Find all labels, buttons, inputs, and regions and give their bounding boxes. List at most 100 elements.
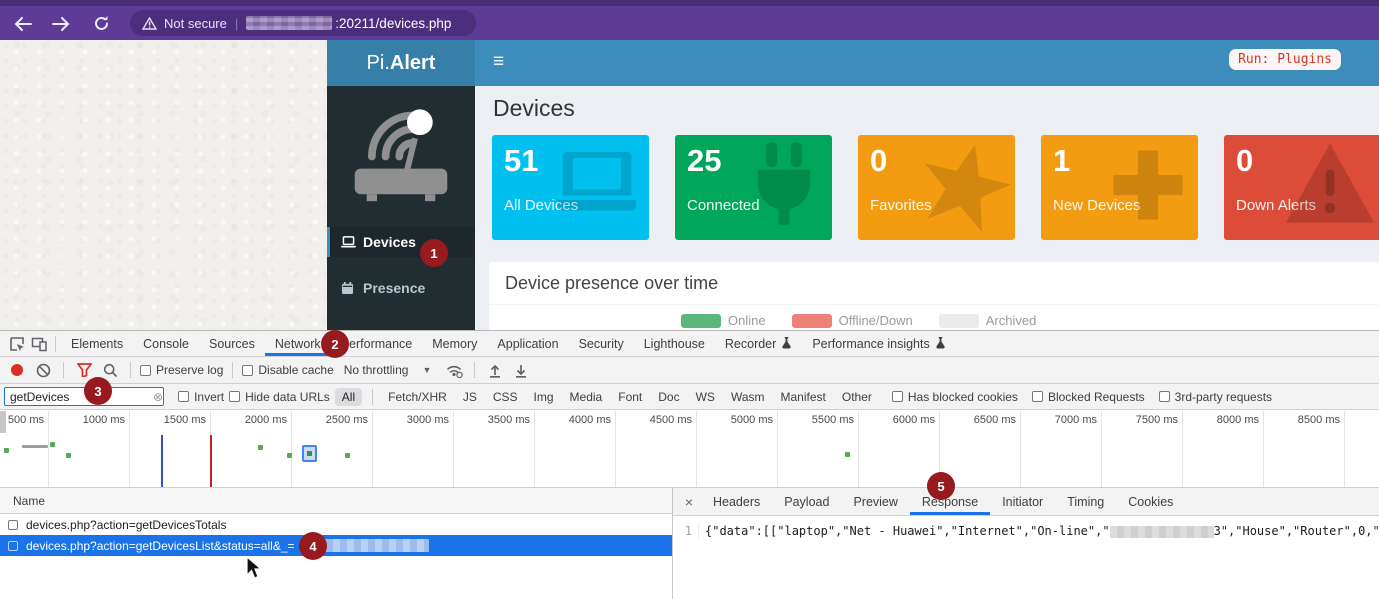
- waterfall-dot: [287, 453, 292, 458]
- tab-lighthouse[interactable]: Lighthouse: [634, 331, 715, 356]
- filter-type-doc[interactable]: Doc: [653, 388, 684, 406]
- annotation-step-4: 4: [299, 532, 327, 560]
- response-json-line: {"data":[["laptop","Net - Huawei","Inter…: [699, 524, 1379, 538]
- card-favorites[interactable]: 0Favorites: [858, 135, 1015, 240]
- card-down-alerts[interactable]: 0Down Alerts: [1224, 135, 1379, 240]
- app-header: Pi.Alert ≡ Run: Plugins Syn (28/: [327, 40, 1379, 86]
- sidebar-item-presence[interactable]: Presence: [327, 273, 475, 303]
- tab-label: Performance insights: [812, 337, 929, 351]
- details-tab-initiator[interactable]: Initiator: [990, 488, 1055, 515]
- sidebar-item-devices[interactable]: Devices: [327, 227, 475, 257]
- details-tab-payload[interactable]: Payload: [772, 488, 841, 515]
- timeline-tick-label: 3500 ms: [460, 414, 530, 426]
- checkbox[interactable]: [242, 365, 253, 376]
- request-row[interactable]: devices.php?action=getDevicesTotals: [0, 514, 672, 535]
- page-title: Devices: [493, 95, 1379, 122]
- filter-type-fetchxhr[interactable]: Fetch/XHR: [383, 388, 452, 406]
- checkbox[interactable]: [8, 541, 18, 551]
- throttling-dropdown[interactable]: No throttling ▼: [344, 363, 432, 377]
- details-tab-timing[interactable]: Timing: [1055, 488, 1116, 515]
- checkbox-blocked-requests[interactable]: Blocked Requests: [1032, 390, 1145, 404]
- tab-application[interactable]: Application: [487, 331, 568, 356]
- request-list-header[interactable]: Name: [0, 488, 672, 514]
- invert-checkbox[interactable]: Invert: [178, 390, 224, 404]
- record-network-log-icon[interactable]: [6, 360, 28, 380]
- address-bar[interactable]: Not secure | :20211/devices.php: [130, 10, 476, 36]
- disable-cache-checkbox[interactable]: Disable cache: [242, 363, 333, 377]
- tab-console[interactable]: Console: [133, 331, 199, 356]
- tab-performance-insights[interactable]: Performance insights: [802, 331, 955, 356]
- tab-recorder[interactable]: Recorder: [715, 331, 802, 356]
- timeline-gridline: [696, 411, 697, 487]
- checkbox[interactable]: [8, 520, 18, 530]
- request-name: devices.php?action=getDevicesTotals: [26, 518, 226, 532]
- forward-icon[interactable]: [46, 13, 76, 34]
- tab-memory[interactable]: Memory: [422, 331, 487, 356]
- presence-chart-box: Device presence over time OnlineOffline/…: [489, 262, 1379, 330]
- export-har-icon[interactable]: [510, 360, 532, 380]
- filter-type-wasm[interactable]: Wasm: [726, 388, 770, 406]
- tab-sources[interactable]: Sources: [199, 331, 265, 356]
- details-tab-preview[interactable]: Preview: [841, 488, 909, 515]
- import-har-icon[interactable]: [484, 360, 506, 380]
- legend-swatch: [792, 314, 832, 328]
- filter-type-js[interactable]: JS: [458, 388, 482, 406]
- run-plugins-button[interactable]: Run: Plugins: [1229, 49, 1341, 70]
- divider: [130, 362, 131, 378]
- request-row[interactable]: devices.php?action=getDevicesList&status…: [0, 535, 672, 556]
- devtools-panel: ElementsConsoleSourcesNetworkPerformance…: [0, 330, 1379, 599]
- card-all-devices[interactable]: 51All Devices: [492, 135, 649, 240]
- network-overview-timeline[interactable]: 500 ms1000 ms1500 ms2000 ms2500 ms3000 m…: [0, 411, 1379, 488]
- checkbox[interactable]: [229, 391, 240, 402]
- filter-type-img[interactable]: Img: [529, 388, 559, 406]
- brand-prefix: Pi.: [367, 52, 390, 75]
- app-sidebar: Devices Presence: [327, 86, 475, 330]
- checkbox-3rd-party-requests[interactable]: 3rd-party requests: [1159, 390, 1272, 404]
- checkbox[interactable]: [1032, 391, 1043, 402]
- filter-type-ws[interactable]: WS: [691, 388, 720, 406]
- device-toolbar-icon[interactable]: [28, 334, 50, 354]
- app-logo[interactable]: Pi.Alert: [327, 40, 475, 86]
- filter-type-font[interactable]: Font: [613, 388, 647, 406]
- card-connected[interactable]: 25Connected: [675, 135, 832, 240]
- checkbox[interactable]: [140, 365, 151, 376]
- back-icon[interactable]: [8, 13, 38, 34]
- waterfall-dot: [4, 448, 9, 453]
- filter-type-other[interactable]: Other: [837, 388, 877, 406]
- tab-elements[interactable]: Elements: [61, 331, 133, 356]
- checkbox[interactable]: [178, 391, 189, 402]
- inspect-element-icon[interactable]: [6, 334, 28, 354]
- checkbox[interactable]: [892, 391, 903, 402]
- filter-type-manifest[interactable]: Manifest: [776, 388, 831, 406]
- tab-security[interactable]: Security: [569, 331, 634, 356]
- reload-icon[interactable]: [86, 13, 116, 34]
- filter-icon[interactable]: [73, 360, 95, 380]
- preserve-log-checkbox[interactable]: Preserve log: [140, 363, 223, 377]
- clear-network-log-icon[interactable]: [32, 360, 54, 380]
- hamburger-menu-icon[interactable]: ≡: [493, 51, 504, 73]
- chart-legend: OnlineOffline/DownArchived: [489, 305, 1379, 328]
- timeline-tick-label: 500 ms: [0, 414, 44, 426]
- legend-label: Archived: [986, 313, 1037, 328]
- hide-data-urls-label: Hide data URLs: [245, 390, 330, 404]
- checkbox-has-blocked-cookies[interactable]: Has blocked cookies: [892, 390, 1018, 404]
- hide-data-urls-checkbox[interactable]: Hide data URLs: [229, 390, 330, 404]
- chevron-down-icon: ▼: [422, 365, 431, 375]
- network-conditions-icon[interactable]: [443, 360, 465, 380]
- clear-filter-icon[interactable]: ⊗: [153, 390, 163, 404]
- desktop-wallpaper: [0, 40, 327, 330]
- timeline-tick-label: 4000 ms: [541, 414, 611, 426]
- filter-type-media[interactable]: Media: [565, 388, 608, 406]
- filter-type-css[interactable]: CSS: [488, 388, 523, 406]
- waterfall-dot: [258, 445, 263, 450]
- details-tab-cookies[interactable]: Cookies: [1116, 488, 1185, 515]
- preserve-log-label: Preserve log: [156, 363, 223, 377]
- legend-item-offline-down: Offline/Down: [792, 313, 913, 328]
- tab-label: Security: [579, 337, 624, 351]
- checkbox[interactable]: [1159, 391, 1170, 402]
- filter-all-pill[interactable]: All: [335, 388, 362, 406]
- card-new-devices[interactable]: 1New Devices: [1041, 135, 1198, 240]
- close-icon[interactable]: ×: [677, 494, 701, 510]
- timeline-tick-label: 7000 ms: [1027, 414, 1097, 426]
- details-tab-headers[interactable]: Headers: [701, 488, 772, 515]
